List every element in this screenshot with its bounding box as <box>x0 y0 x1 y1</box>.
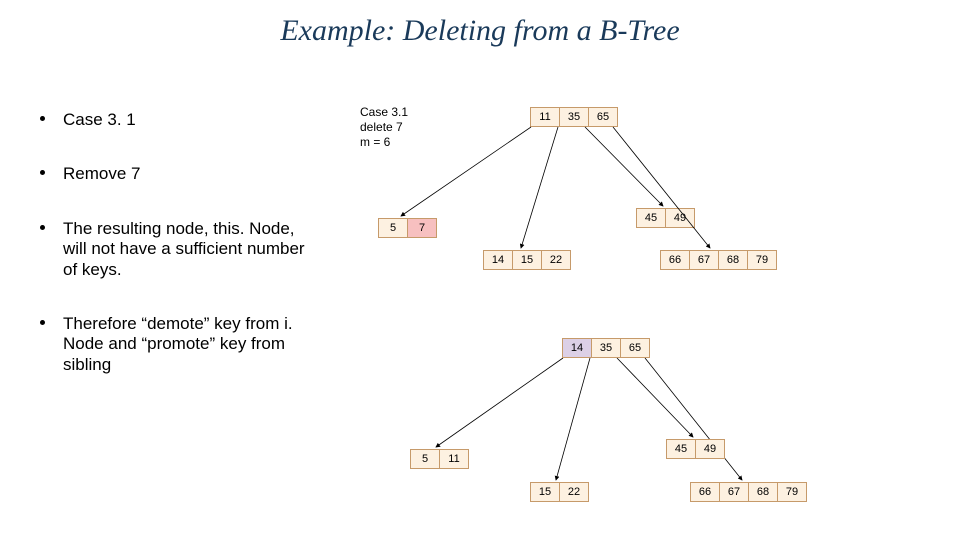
btree-cell: 49 <box>695 439 725 459</box>
btree-cell: 11 <box>530 107 560 127</box>
bullet-item: The resulting node, this. Node, will not… <box>40 219 320 280</box>
bullet-item: Remove 7 <box>40 164 320 184</box>
bullet-text: Therefore “demote” key from i. Node and … <box>63 314 320 375</box>
d1-root-node: 11 35 65 <box>530 107 618 127</box>
bullet-item: Case 3. 1 <box>40 110 320 130</box>
d2-node-15-22: 15 22 <box>530 482 589 502</box>
bullet-item: Therefore “demote” key from i. Node and … <box>40 314 320 375</box>
btree-cell: 66 <box>660 250 690 270</box>
d1-node-45-49: 45 49 <box>636 208 695 228</box>
d1-node-66-79: 66 67 68 79 <box>660 250 777 270</box>
bullet-dot-icon <box>40 116 45 121</box>
btree-cell: 14 <box>483 250 513 270</box>
bullet-dot-icon <box>40 170 45 175</box>
btree-cell: 68 <box>718 250 748 270</box>
btree-cell: 15 <box>512 250 542 270</box>
btree-cell-highlight: 7 <box>407 218 437 238</box>
btree-cell: 67 <box>719 482 749 502</box>
bullet-dot-icon <box>40 225 45 230</box>
btree-cell: 5 <box>410 449 440 469</box>
d1-node-5-7: 5 7 <box>378 218 437 238</box>
diagram1-annotation: Case 3.1 delete 7 m = 6 <box>360 105 408 150</box>
btree-cell: 5 <box>378 218 408 238</box>
btree-cell: 65 <box>620 338 650 358</box>
bullet-text: Remove 7 <box>63 164 320 184</box>
d2-root-node: 14 35 65 <box>562 338 650 358</box>
d2-node-5-11: 5 11 <box>410 449 469 469</box>
btree-cell: 35 <box>559 107 589 127</box>
btree-cell: 11 <box>439 449 469 469</box>
btree-cell: 35 <box>591 338 621 358</box>
d1-node-14-15-22: 14 15 22 <box>483 250 571 270</box>
btree-cell: 68 <box>748 482 778 502</box>
bullet-text: The resulting node, this. Node, will not… <box>63 219 320 280</box>
btree-cell: 45 <box>636 208 666 228</box>
bullet-text: Case 3. 1 <box>63 110 320 130</box>
slide-title: Example: Deleting from a B-Tree <box>0 14 960 48</box>
btree-cell: 45 <box>666 439 696 459</box>
btree-cell: 22 <box>541 250 571 270</box>
btree-cell: 15 <box>530 482 560 502</box>
btree-cell: 67 <box>689 250 719 270</box>
bullet-list: Case 3. 1 Remove 7 The resulting node, t… <box>40 110 320 409</box>
btree-cell-promoted: 14 <box>562 338 592 358</box>
btree-cell: 49 <box>665 208 695 228</box>
btree-cell: 22 <box>559 482 589 502</box>
btree-cell: 66 <box>690 482 720 502</box>
btree-cell: 65 <box>588 107 618 127</box>
bullet-dot-icon <box>40 320 45 325</box>
d2-node-66-79: 66 67 68 79 <box>690 482 807 502</box>
slide: Example: Deleting from a B-Tree Case 3. … <box>0 0 960 540</box>
d2-node-45-49: 45 49 <box>666 439 725 459</box>
btree-cell: 79 <box>777 482 807 502</box>
btree-cell: 79 <box>747 250 777 270</box>
